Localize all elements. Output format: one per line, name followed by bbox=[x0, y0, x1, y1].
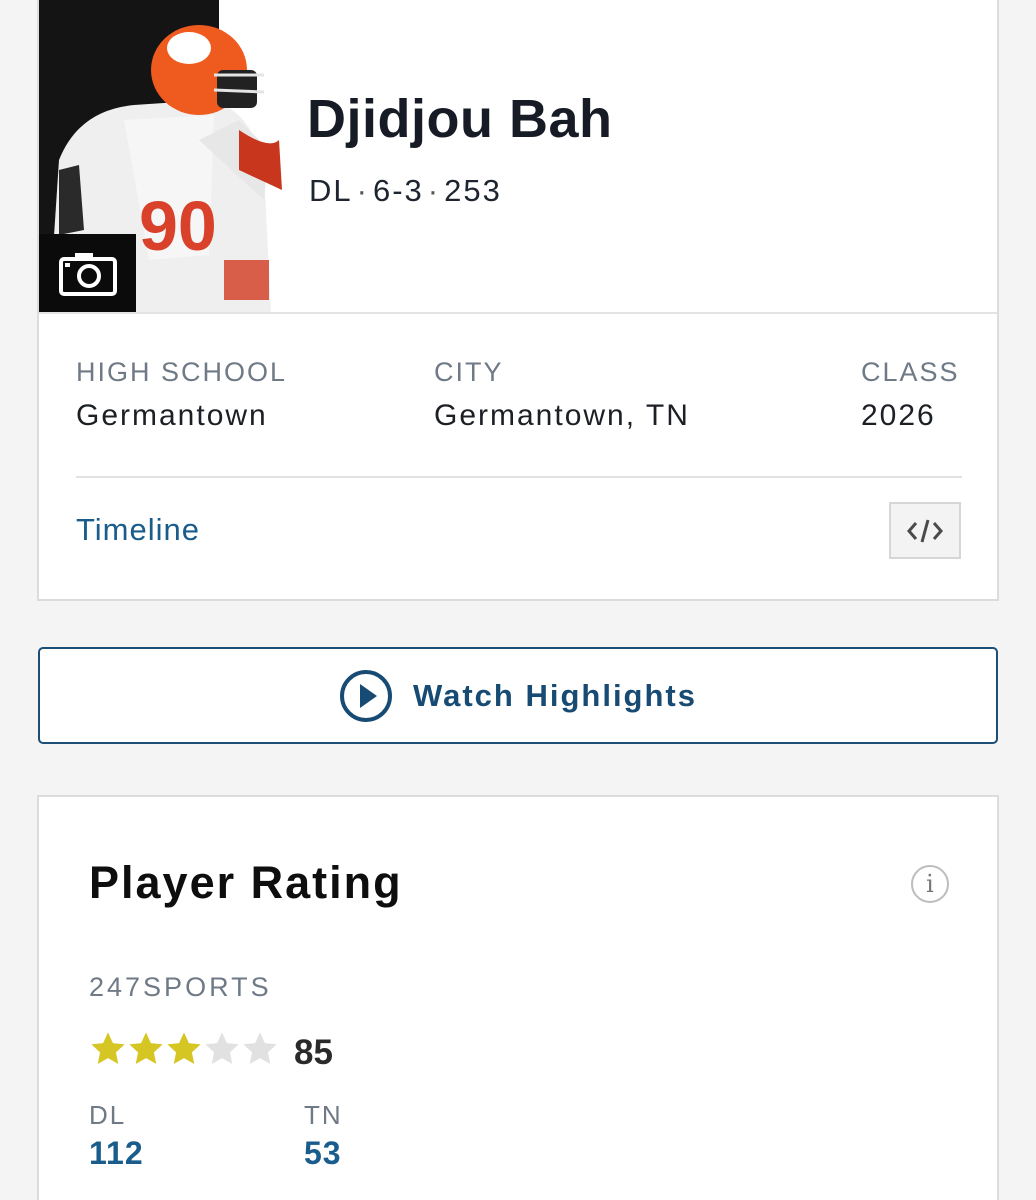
watch-highlights-label: Watch Highlights bbox=[413, 677, 697, 713]
divider bbox=[39, 312, 997, 314]
city-value: Germantown, TN bbox=[434, 399, 690, 432]
svg-text:90: 90 bbox=[139, 187, 217, 265]
timeline-link[interactable]: Timeline bbox=[76, 512, 200, 548]
class-value: 2026 bbox=[861, 399, 936, 432]
rating-title: Player Rating bbox=[89, 857, 403, 908]
player-height: 6-3 bbox=[372, 173, 424, 208]
player-weight: 253 bbox=[444, 173, 502, 208]
player-header-card: 90 Djidjou Bah DL · 6-3 · 253 HIGH SCHOOL Ge… bbox=[37, 0, 999, 601]
rating-score: 85 bbox=[294, 1033, 333, 1072]
player-measurables: DL · 6-3 · 253 bbox=[309, 173, 502, 209]
player-name: Djidjou Bah bbox=[307, 89, 613, 149]
position-rank-value[interactable]: 112 bbox=[89, 1135, 144, 1172]
high-school-label: HIGH SCHOOL bbox=[76, 357, 288, 387]
player-photo[interactable]: 90 bbox=[39, 0, 282, 312]
player-position: DL bbox=[309, 173, 353, 208]
position-rank-label: DL bbox=[89, 1100, 127, 1130]
star-empty-icon bbox=[205, 1032, 239, 1065]
code-icon bbox=[907, 519, 943, 542]
city-label: CITY bbox=[434, 357, 504, 387]
star-filled-icon bbox=[91, 1032, 125, 1065]
embed-button[interactable] bbox=[889, 502, 961, 559]
camera-icon[interactable] bbox=[39, 234, 136, 312]
play-circle-icon bbox=[340, 669, 392, 722]
player-rating-card: Player Rating i 247SPORTS 85 DL 112 TN 5… bbox=[37, 795, 999, 1200]
state-rank-value[interactable]: 53 bbox=[304, 1135, 342, 1172]
rating-source: 247SPORTS bbox=[89, 972, 272, 1002]
info-icon[interactable]: i bbox=[911, 865, 949, 903]
class-label: CLASS bbox=[861, 357, 960, 387]
state-rank-label: TN bbox=[304, 1100, 343, 1130]
divider bbox=[76, 476, 962, 478]
separator-dot: · bbox=[356, 173, 369, 208]
star-filled-icon bbox=[167, 1032, 201, 1065]
star-rating bbox=[89, 1030, 279, 1068]
star-empty-icon bbox=[243, 1032, 277, 1065]
high-school-value[interactable]: Germantown bbox=[76, 399, 268, 433]
watch-highlights-button[interactable]: Watch Highlights bbox=[38, 647, 998, 744]
star-filled-icon bbox=[129, 1032, 163, 1065]
separator-dot: · bbox=[427, 173, 441, 208]
